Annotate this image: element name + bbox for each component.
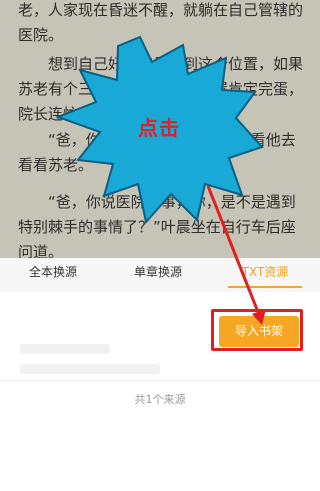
active-tab-indicator	[228, 286, 302, 288]
reader-paragraph: 想到自己好不容易爬到这个位置，如果苏老有个三长两短，那他的位置肯定完蛋，院长连忙…	[18, 55, 304, 123]
reader-paragraph: “爸，你说医院的事，你，是不是遇到特别棘手的事情了？”叶晨坐在自行车后座问道。	[18, 193, 296, 260]
placeholder-line	[20, 364, 160, 374]
source-list-item[interactable]	[0, 292, 320, 402]
placeholder-line	[20, 344, 110, 354]
reader-paragraph: 老，人家现在昏迷不醒，就躺在自己管辖的医院。	[18, 1, 304, 44]
source-count-label: 共1个来源	[134, 393, 186, 406]
tab-chapter-source[interactable]: 单章换源	[123, 258, 193, 292]
divider	[0, 380, 320, 381]
source-switch-sheet: 全本换源 单章换源 TXT资源 导入书架 共1个来源	[0, 258, 320, 487]
reader-paragraph: “爸，你说医院的事，我想过去看他去看看苏老。	[18, 131, 296, 174]
reader-page: 老，人家现在昏迷不醒，就躺在自己管辖的医院。 想到自己好不容易爬到这个位置，如果…	[0, 0, 320, 260]
import-to-bookshelf-button[interactable]: 导入书架	[219, 316, 299, 347]
source-tabs: 全本换源 单章换源 TXT资源	[0, 258, 320, 292]
tab-full-book-source[interactable]: 全本换源	[18, 258, 88, 292]
